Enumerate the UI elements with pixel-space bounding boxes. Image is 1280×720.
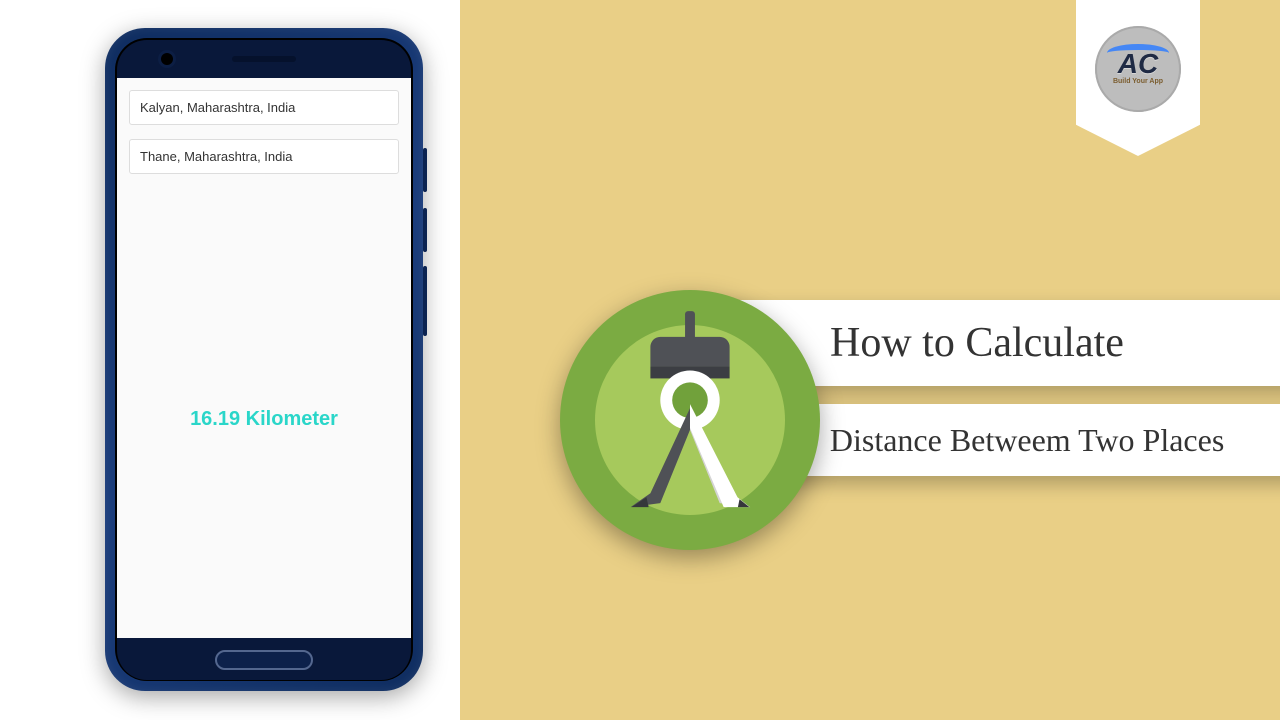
channel-badge-circle: AC Build Your App xyxy=(1095,26,1181,112)
thumbnail-stage: 16.19 Kilometer AC Build Your App xyxy=(0,0,1280,720)
phone-mockup: 16.19 Kilometer xyxy=(105,28,423,691)
phone-top-bezel xyxy=(117,40,411,78)
badge-subtitle: Build Your App xyxy=(1113,78,1163,85)
speaker-grille xyxy=(232,56,296,62)
app-screen: 16.19 Kilometer xyxy=(117,78,411,638)
title-line-1: How to Calculate xyxy=(830,319,1124,367)
phone-side-button xyxy=(423,208,427,252)
distance-result-text: 16.19 Kilometer xyxy=(129,408,399,431)
badge-swoosh-icon xyxy=(1107,44,1169,62)
channel-badge-ribbon: AC Build Your App xyxy=(1076,0,1200,156)
home-button[interactable] xyxy=(215,650,313,670)
camera-icon xyxy=(161,53,173,65)
destination-input[interactable] xyxy=(129,139,399,174)
title-line-2: Distance Betweem Two Places xyxy=(830,422,1224,459)
phone-bottom-bezel xyxy=(117,638,411,680)
phone-side-button xyxy=(423,148,427,192)
android-studio-compass-icon xyxy=(591,309,789,507)
phone-side-button xyxy=(423,266,427,336)
android-studio-icon xyxy=(560,290,820,550)
phone-inner-frame: 16.19 Kilometer xyxy=(115,38,413,681)
origin-input[interactable] xyxy=(129,90,399,125)
